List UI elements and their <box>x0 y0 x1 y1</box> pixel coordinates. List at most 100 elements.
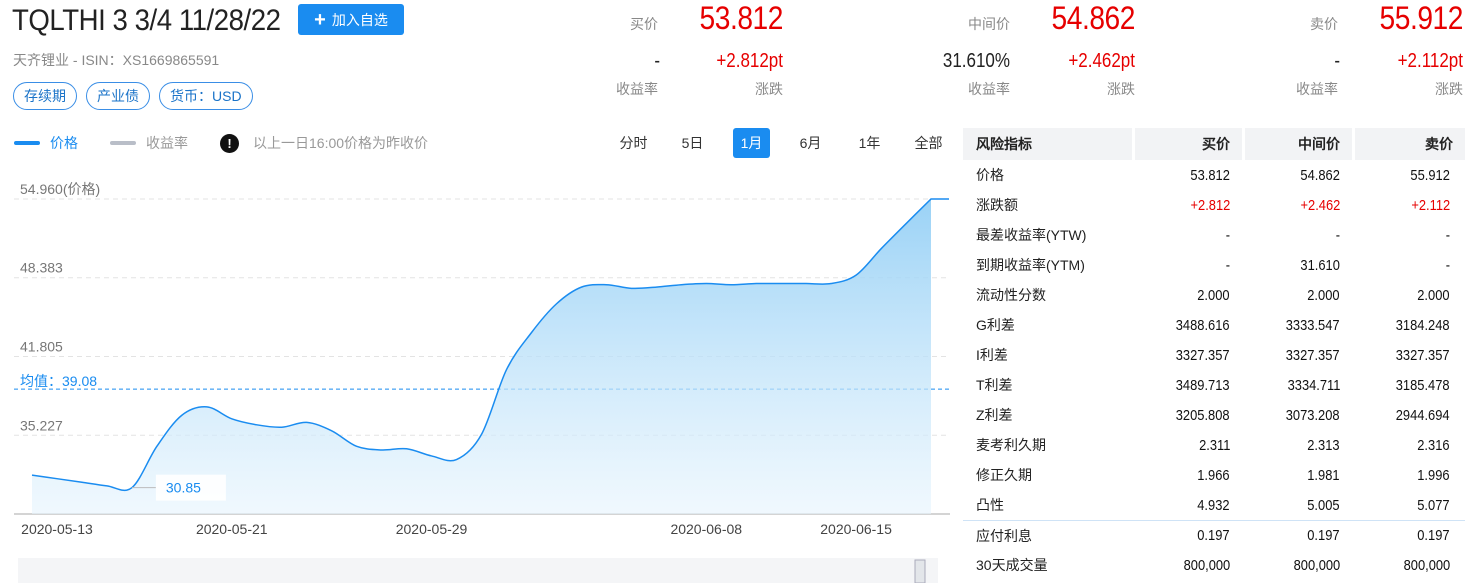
risk-row-name: 到期收益率(YTM) <box>976 257 1085 273</box>
bond-tags: 存续期 产业债 货币：USD <box>13 82 253 110</box>
legend-price[interactable]: 价格 <box>14 133 78 153</box>
risk-cell: - <box>1225 256 1230 274</box>
risk-cell: 800,000 <box>1403 556 1450 574</box>
tag-status[interactable]: 存续期 <box>13 82 77 110</box>
risk-cell: 0.197 <box>1245 520 1355 550</box>
bond-title: TQLTHI 3 3/4 11/28/22 <box>12 4 281 37</box>
risk-cell: 3334.711 <box>1287 376 1340 394</box>
risk-cell: 2.313 <box>1307 436 1340 454</box>
table-row: 30天成交量 800,000 800,000 800,000 <box>963 550 1465 580</box>
risk-cell: 800,000 <box>1293 556 1340 574</box>
legend-price-label: 价格 <box>50 135 78 151</box>
risk-cell: 3073.208 <box>1286 406 1340 424</box>
risk-row-name: 最差收益率(YTW) <box>976 227 1087 243</box>
risk-header-ask: 卖价 <box>1355 128 1465 160</box>
risk-cell: 3327.357 <box>1176 346 1230 364</box>
add-watchlist-button[interactable]: + 加入自选 <box>298 4 404 35</box>
ask-label: 卖价 <box>1310 16 1338 32</box>
risk-cell: 3205.808 <box>1176 406 1230 424</box>
risk-row-name: T利差 <box>976 377 1013 393</box>
table-row: 应付利息 0.197 0.197 0.197 <box>963 520 1465 550</box>
risk-cell: 2.000 <box>1307 286 1340 304</box>
risk-cell: 54.862 <box>1300 166 1340 184</box>
y-tick-label: 54.960(价格) <box>20 181 100 197</box>
tab-6m[interactable]: 6月 <box>781 128 840 158</box>
risk-header-bid: 买价 <box>1135 128 1245 160</box>
period-tabs: 分时 5日 1月 6月 1年 全部 <box>604 128 958 158</box>
legend-yield-label: 收益率 <box>146 135 188 151</box>
risk-cell: 31.610 <box>1300 256 1340 274</box>
x-tick-label: 2020-06-08 <box>670 521 742 537</box>
tab-intraday[interactable]: 分时 <box>604 128 663 158</box>
info-icon: ! <box>220 133 239 153</box>
mid-yield-label: 收益率 <box>968 81 1010 97</box>
legend-yield[interactable]: 收益率 <box>110 133 188 153</box>
bid-change-label: 涨跌 <box>755 81 783 97</box>
risk-cell: 3488.616 <box>1176 316 1230 334</box>
yield-swatch <box>110 141 136 145</box>
ask-yield: - <box>1334 50 1340 72</box>
table-row: 价格 53.812 54.862 55.912 <box>963 160 1465 190</box>
risk-row-name: 30天成交量 <box>976 557 1048 573</box>
risk-cell: 1.966 <box>1197 466 1230 484</box>
risk-cell: +2.112 <box>1411 196 1450 214</box>
risk-cell: 3489.713 <box>1176 376 1230 394</box>
mid-change-label: 涨跌 <box>1107 81 1135 97</box>
risk-row-name: 涨跌额 <box>976 197 1018 213</box>
risk-row-name: 流动性分数 <box>976 287 1046 303</box>
tag-currency[interactable]: 货币：USD <box>159 82 253 110</box>
risk-header-mid: 中间价 <box>1245 128 1355 160</box>
table-row: 最差收益率(YTW) - - - <box>963 220 1465 250</box>
risk-cell: 1.996 <box>1417 466 1450 484</box>
mid-price: 54.862 <box>1051 0 1136 36</box>
risk-cell: 55.912 <box>1410 166 1450 184</box>
tab-1m[interactable]: 1月 <box>722 128 781 158</box>
risk-cell: 5.077 <box>1417 496 1450 514</box>
table-row: 麦考利久期 2.311 2.313 2.316 <box>963 430 1465 460</box>
chart-legend: 价格 收益率 ! 以上一日16:00价格为昨收价 <box>14 133 428 153</box>
risk-cell: 2.000 <box>1417 286 1450 304</box>
navigator-handle[interactable] <box>914 559 926 583</box>
risk-cell: 3333.547 <box>1286 316 1340 334</box>
chart-note: 以上一日16:00价格为昨收价 <box>253 135 429 151</box>
risk-cell: 3327.357 <box>1396 346 1450 364</box>
chart-navigator[interactable] <box>18 558 938 583</box>
mean-label: 均值：39.08 <box>20 373 97 389</box>
ask-change-label: 涨跌 <box>1435 81 1463 97</box>
y-tick-label: 41.805 <box>20 339 63 355</box>
table-row: T利差 3489.713 3334.711 3185.478 <box>963 370 1465 400</box>
tab-5d[interactable]: 5日 <box>663 128 722 158</box>
ask-yield-label: 收益率 <box>1296 81 1338 97</box>
table-row: 凸性 4.932 5.005 5.077 <box>963 490 1465 520</box>
price-swatch <box>14 141 40 145</box>
y-tick-label: 35.227 <box>20 417 63 433</box>
risk-cell: 5.005 <box>1307 496 1340 514</box>
bid-price: 53.812 <box>699 0 784 36</box>
risk-cell: 1.981 <box>1307 466 1340 484</box>
bond-issuer-isin: 天齐锂业 - ISIN：XS1669865591 <box>13 52 220 68</box>
mid-change: +2.462pt <box>1068 50 1135 72</box>
risk-cell: 2944.694 <box>1396 406 1450 424</box>
risk-header-indicator: 风险指标 <box>963 128 1135 160</box>
risk-cell: - <box>1335 226 1340 244</box>
tag-industry[interactable]: 产业债 <box>86 82 150 110</box>
ask-change: +2.112pt <box>1397 50 1463 72</box>
ask-price: 55.912 <box>1379 0 1464 36</box>
risk-row-name: 修正久期 <box>976 467 1032 483</box>
tab-all[interactable]: 全部 <box>899 128 958 158</box>
risk-row-name: 价格 <box>976 167 1004 183</box>
price-chart[interactable]: 54.960(价格) 48.383 41.805 35.227 2020-05-13 20… <box>10 168 950 583</box>
x-tick-label: 2020-06-15 <box>820 521 892 537</box>
price-area <box>32 199 931 514</box>
table-row: I利差 3327.357 3327.357 3327.357 <box>963 340 1465 370</box>
table-row: 流动性分数 2.000 2.000 2.000 <box>963 280 1465 310</box>
risk-row-name: I利差 <box>976 347 1008 363</box>
plus-icon: + <box>314 8 326 31</box>
mid-label: 中间价 <box>968 16 1010 32</box>
risk-cell: 800,000 <box>1183 556 1230 574</box>
risk-cell: - <box>1445 226 1450 244</box>
risk-cell: - <box>1445 256 1450 274</box>
add-watchlist-label: 加入自选 <box>331 11 388 28</box>
tab-1y[interactable]: 1年 <box>840 128 899 158</box>
risk-cell: 2.311 <box>1198 436 1230 454</box>
